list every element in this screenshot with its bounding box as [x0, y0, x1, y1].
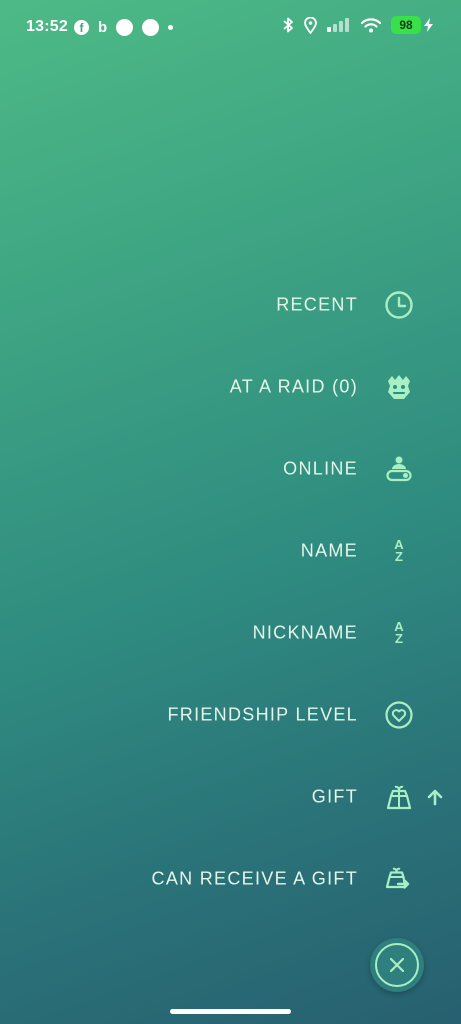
sort-option-gift[interactable]: GIFT [0, 775, 461, 819]
sort-option-nickname[interactable]: NICKNAME A Z [0, 611, 461, 655]
gift-send-icon [382, 862, 416, 896]
sort-option-friendship-level[interactable]: FRIENDSHIP LEVEL [0, 693, 461, 737]
close-button[interactable] [370, 938, 424, 992]
heart-icon [382, 698, 416, 732]
sort-option-label: NICKNAME [252, 622, 358, 643]
sort-option-label: RECENT [276, 294, 358, 315]
sort-option-recent[interactable]: RECENT [0, 283, 461, 327]
sort-option-label: ONLINE [283, 458, 358, 479]
sort-option-name[interactable]: NAME A Z [0, 529, 461, 573]
az-letter-z: Z [395, 631, 403, 646]
sort-option-label: NAME [300, 540, 358, 561]
clock-icon [382, 288, 416, 322]
sort-option-can-receive-a-gift[interactable]: CAN RECEIVE A GIFT [0, 857, 461, 901]
az-sort-icon: A Z [382, 534, 416, 568]
online-toggle-icon [382, 452, 416, 486]
az-letter-z: Z [395, 549, 403, 564]
az-sort-icon: A Z [382, 616, 416, 650]
home-indicator[interactable] [170, 1009, 291, 1014]
gift-icon [382, 780, 416, 814]
sort-option-at-a-raid[interactable]: AT A RAID (0) [0, 365, 461, 409]
arrow-up-icon [425, 787, 445, 807]
sort-option-label: CAN RECEIVE A GIFT [151, 868, 358, 889]
sort-menu: RECENT AT A RAID (0) ONLINE NAME A Z NIC… [0, 0, 461, 1024]
raid-boss-icon [382, 370, 416, 404]
close-icon [389, 957, 405, 973]
close-button-ring [375, 943, 419, 987]
sort-option-label: FRIENDSHIP LEVEL [167, 704, 358, 725]
sort-option-online[interactable]: ONLINE [0, 447, 461, 491]
sort-option-label: GIFT [311, 786, 358, 807]
sort-option-label: AT A RAID (0) [229, 376, 358, 397]
